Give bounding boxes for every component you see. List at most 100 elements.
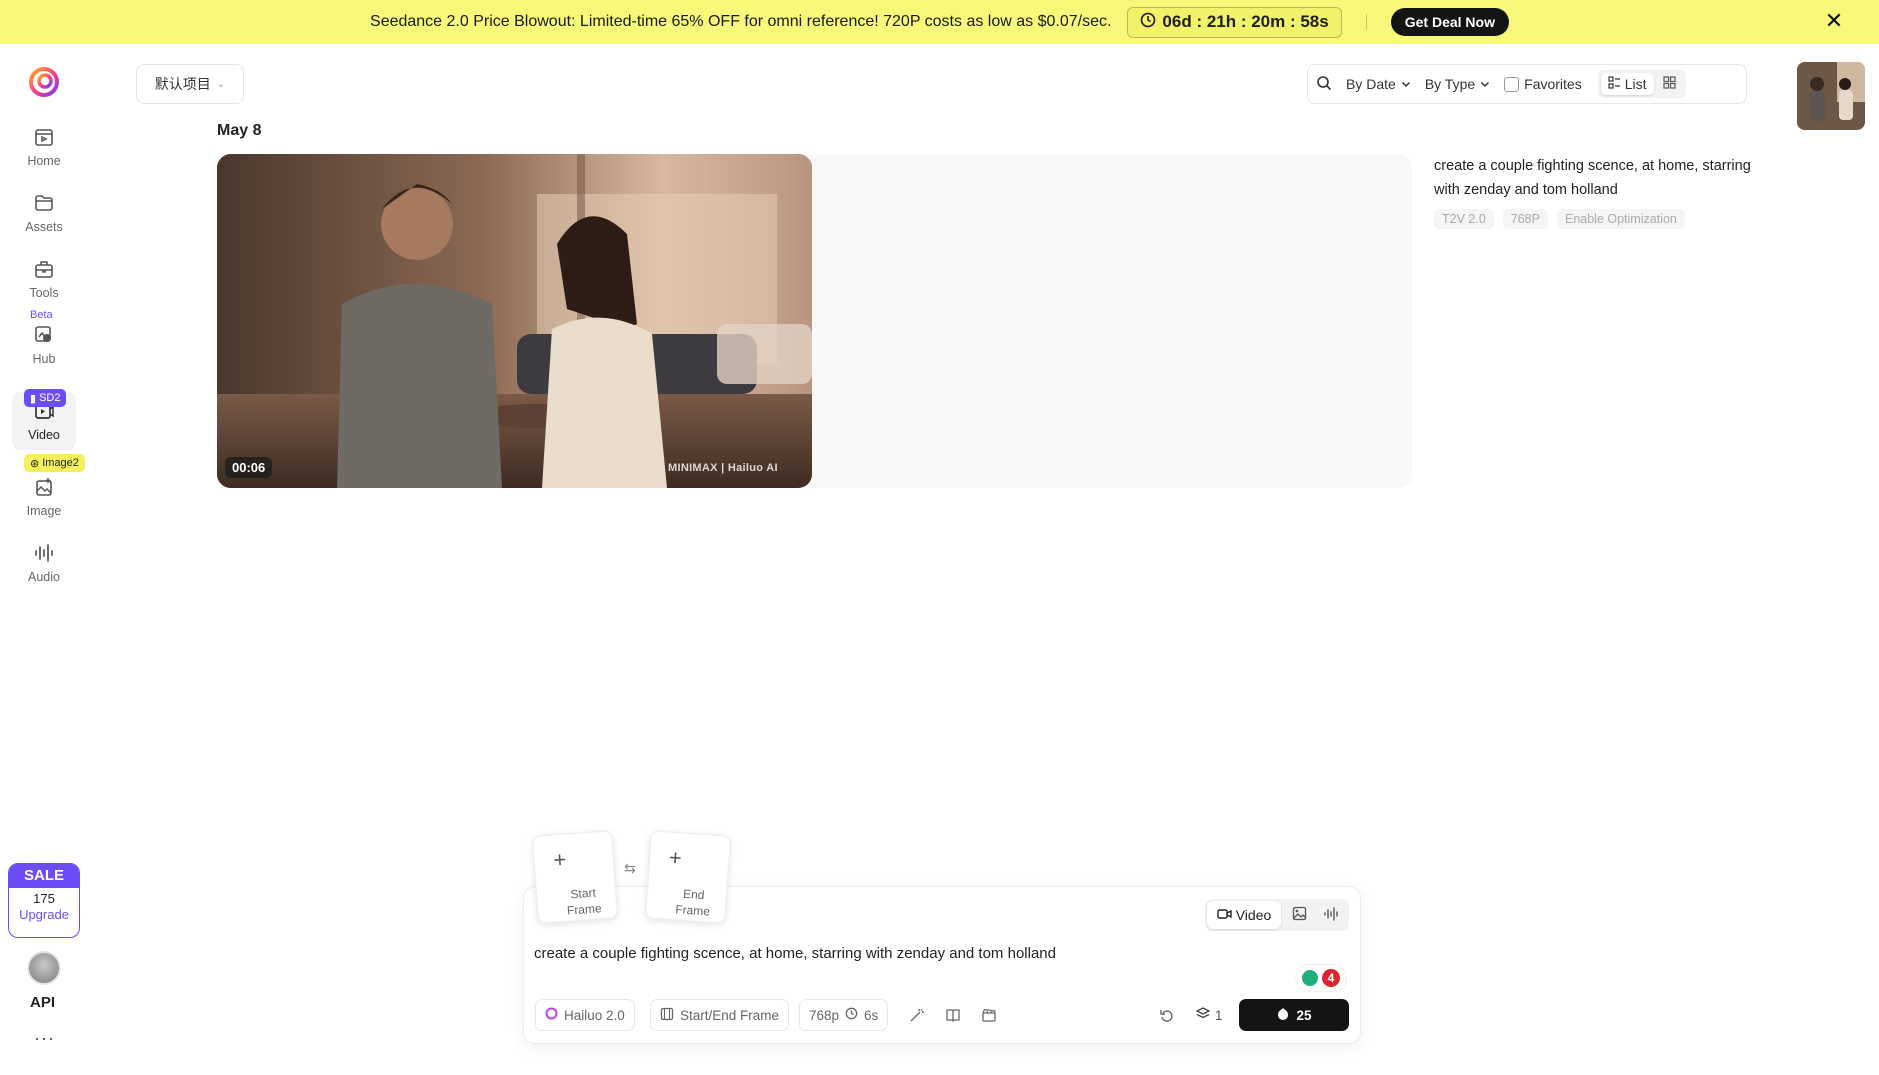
- bars-icon: ▮: [30, 392, 37, 405]
- swap-icon[interactable]: ⇆: [624, 860, 636, 877]
- image-mode-button[interactable]: [1285, 901, 1313, 929]
- nav-label: Audio: [28, 570, 60, 584]
- sale-upgrade-card[interactable]: SALE 175 Upgrade: [8, 863, 80, 938]
- folder-icon: [35, 195, 53, 211]
- chevron-down-icon: ⌄: [216, 78, 226, 90]
- close-icon[interactable]: ✕: [1823, 10, 1845, 32]
- nav-audio[interactable]: Audio: [12, 534, 76, 592]
- nav-label: Video: [28, 428, 60, 442]
- nav-label: Home: [27, 154, 61, 168]
- api-label[interactable]: API: [30, 994, 55, 1011]
- checkbox[interactable]: [1504, 76, 1520, 92]
- frame-mode-selector[interactable]: Start/End Frame: [650, 999, 790, 1031]
- generate-button[interactable]: 25: [1239, 999, 1349, 1031]
- chevron-down-icon: [1401, 76, 1411, 92]
- promo-text: Seedance 2.0 Price Blowout: Limited-time…: [370, 13, 1112, 30]
- video-thumbnail[interactable]: [217, 154, 812, 488]
- duration-label: 6s: [864, 1007, 879, 1023]
- end-frame-label: End Frame: [674, 886, 711, 919]
- promo-banner: Seedance 2.0 Price Blowout: Limited-time…: [0, 0, 1879, 44]
- waveform-icon: [1323, 906, 1339, 924]
- frame-mode-label: Start/End Frame: [680, 1007, 780, 1023]
- image2-badge: ⊛ Image2: [24, 454, 85, 472]
- nav-tools[interactable]: Tools: [12, 250, 76, 308]
- favorites-label: Favorites: [1524, 76, 1582, 92]
- generation-count[interactable]: 1: [1195, 1006, 1223, 1025]
- clock-icon: [1140, 12, 1156, 33]
- tag-optimization: Enable Optimization: [1556, 209, 1685, 229]
- duration-badge: 00:06: [225, 457, 273, 478]
- project-name: 默认项目: [154, 76, 211, 92]
- list-icon: [1608, 76, 1621, 92]
- prompt-input-text: create a couple fighting scence, at home…: [534, 945, 1056, 962]
- grid-view-button[interactable]: [1656, 73, 1683, 95]
- issue-count-badge: 4: [1322, 969, 1340, 987]
- credit-icon: [1276, 1007, 1290, 1024]
- audio-mode-button[interactable]: [1317, 901, 1345, 929]
- book-icon[interactable]: [942, 1004, 964, 1026]
- nav-assets[interactable]: Assets: [12, 184, 76, 242]
- by-type-label: By Type: [1424, 76, 1476, 92]
- sale-title: SALE: [9, 864, 79, 888]
- model-label: Hailuo 2.0: [564, 1007, 625, 1023]
- list-view-button[interactable]: List: [1600, 73, 1654, 95]
- hub-icon: [35, 326, 51, 342]
- nav-label: Assets: [25, 220, 63, 234]
- clock-icon: [845, 1007, 858, 1023]
- nav-label: Tools: [29, 286, 59, 300]
- nav-home[interactable]: Home: [12, 118, 76, 176]
- image-add-icon: [36, 478, 52, 496]
- toolbox-icon: [35, 261, 53, 278]
- avatar[interactable]: [27, 951, 61, 985]
- by-date-label: By Date: [1346, 76, 1396, 92]
- film-icon: [660, 1007, 674, 1024]
- by-type-dropdown[interactable]: By Type: [1425, 76, 1490, 92]
- list-label: List: [1624, 76, 1647, 92]
- grammarly-icon: [1302, 970, 1318, 986]
- model-selector[interactable]: Hailuo 2.0: [535, 999, 635, 1031]
- date-group-label: May 8: [217, 122, 262, 139]
- countdown-timer: 06d : 21h : 20m : 58s: [1127, 6, 1342, 38]
- countdown-value: 06d : 21h : 20m : 58s: [1162, 12, 1329, 31]
- credit-count: 175: [33, 891, 55, 906]
- nav-hub[interactable]: Hub: [12, 316, 76, 374]
- layers-icon: [1195, 1006, 1211, 1025]
- upgrade-link[interactable]: Upgrade: [9, 907, 79, 922]
- divider: [1365, 14, 1367, 30]
- tag-resolution: 768P: [1502, 209, 1548, 229]
- chevron-down-icon: [1480, 76, 1490, 92]
- video-mode-label: Video: [1235, 907, 1272, 923]
- prompt-text: create a couple fighting scence, at home…: [1434, 158, 1751, 198]
- nav-label: Image: [26, 504, 62, 518]
- prompt-input[interactable]: create a couple fighting scence, at home…: [534, 945, 1056, 962]
- resolution-label: 768p: [809, 1007, 840, 1023]
- get-deal-button[interactable]: Get Deal Now: [1390, 8, 1509, 36]
- mode-switch: Video: [1205, 899, 1349, 931]
- favorites-checkbox[interactable]: Favorites: [1504, 76, 1582, 92]
- search-icon[interactable]: [1316, 75, 1332, 94]
- clapperboard-icon[interactable]: [978, 1004, 1000, 1026]
- assistant-widget[interactable]: 4: [1295, 964, 1347, 992]
- audio-icon: [35, 544, 53, 562]
- project-selector[interactable]: 默认项目 ⌄: [136, 64, 244, 104]
- view-toggle: List: [1597, 70, 1686, 98]
- model-logo-icon: [545, 1007, 558, 1023]
- magic-wand-icon[interactable]: [906, 1004, 928, 1026]
- app-logo-icon[interactable]: [28, 66, 60, 98]
- watermark: MINIMAX | Hailuo AI: [668, 462, 778, 474]
- video-camera-icon: [1217, 907, 1232, 923]
- more-icon[interactable]: ···: [34, 1028, 55, 1049]
- video-mode-button[interactable]: Video: [1207, 901, 1281, 929]
- by-date-dropdown[interactable]: By Date: [1346, 76, 1411, 92]
- nav-image[interactable]: Image: [12, 468, 76, 526]
- undo-icon[interactable]: [1156, 1004, 1178, 1026]
- nav-label: Hub: [32, 352, 56, 366]
- recent-thumbnail[interactable]: [1797, 62, 1865, 130]
- openai-icon: ⊛: [30, 457, 40, 470]
- start-frame-upload[interactable]: + Start Frame: [532, 830, 618, 924]
- resolution-duration-selector[interactable]: 768p 6s: [799, 999, 889, 1031]
- filter-bar: By Date By Type Favorites List: [1307, 64, 1747, 104]
- grid-icon: [1662, 76, 1676, 92]
- plus-icon: +: [552, 846, 568, 873]
- end-frame-upload[interactable]: + End Frame: [645, 830, 731, 924]
